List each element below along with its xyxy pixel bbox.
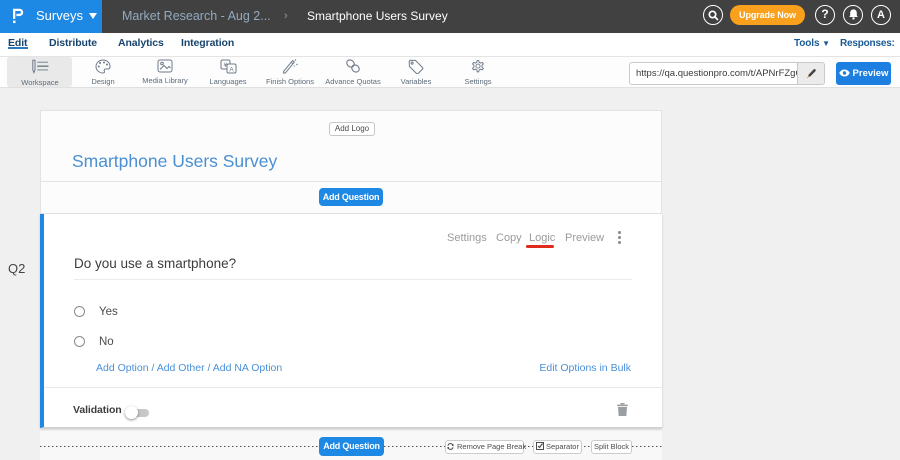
svg-text:A: A [229,67,234,74]
svg-text:¥: ¥ [223,62,227,69]
